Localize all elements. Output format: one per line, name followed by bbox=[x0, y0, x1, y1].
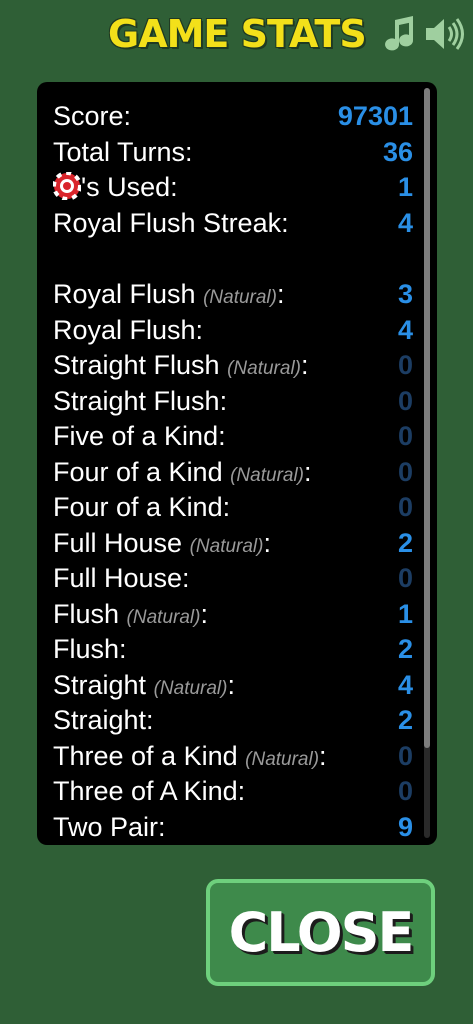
hand-label: Straight bbox=[53, 669, 147, 700]
scrollbar-thumb[interactable] bbox=[424, 88, 430, 748]
hand-note: (Natural) bbox=[230, 464, 305, 486]
hand-value: 0 bbox=[397, 421, 413, 451]
hand-stat-row: Straight Flush: 0 bbox=[53, 384, 413, 420]
stat-value: 97301 bbox=[337, 101, 413, 131]
stat-row-royal-flush-streak: Royal Flush Streak: 4 bbox=[53, 206, 413, 242]
hand-label: Flush bbox=[53, 598, 120, 629]
close-button-label: CLOSE bbox=[228, 901, 415, 964]
hand-colon: : bbox=[276, 279, 285, 309]
hand-colon: : bbox=[227, 669, 235, 700]
hand-stat-row: Royal Flush: 4 bbox=[53, 313, 413, 349]
hand-colon: : bbox=[319, 740, 327, 771]
hand-stat-row: Royal Flush (Natural): 3 bbox=[53, 277, 413, 313]
hand-stat-row: Straight Flush (Natural): 0 bbox=[53, 348, 413, 384]
stat-label: Royal Flush Streak: bbox=[53, 207, 289, 238]
hand-label: Three of a Kind bbox=[53, 740, 238, 771]
hand-label: Five of a Kind: bbox=[53, 421, 226, 451]
stat-label: Total Turns: bbox=[53, 136, 193, 167]
stat-row-chips-used: 's Used: 1 bbox=[53, 170, 413, 206]
hand-stat-row: Three of a Kind (Natural): 0 bbox=[53, 739, 413, 775]
hand-label: Royal Flush: bbox=[53, 314, 204, 345]
stat-value: 4 bbox=[397, 207, 413, 238]
hand-label: Full House: bbox=[53, 563, 190, 593]
stats-panel[interactable]: Score: 97301 Total Turns: 36 's Used: 1 … bbox=[37, 82, 437, 845]
scrollbar[interactable] bbox=[424, 88, 430, 838]
stat-label: Score: bbox=[53, 101, 132, 131]
hand-stat-row: Two Pair: 9 bbox=[53, 810, 413, 846]
stats-list: Score: 97301 Total Turns: 36 's Used: 1 … bbox=[53, 99, 413, 845]
hand-stat-row: Four of a Kind: 0 bbox=[53, 490, 413, 526]
hand-stat-row: Three of A Kind: 0 bbox=[53, 774, 413, 810]
hand-value: 2 bbox=[397, 527, 413, 558]
hand-value: 4 bbox=[397, 314, 413, 345]
close-button[interactable]: CLOSE bbox=[206, 879, 435, 986]
hand-label: Three of A Kind: bbox=[53, 776, 246, 806]
hand-stats-list: Royal Flush (Natural): 3 Royal Flush: 4 Stra… bbox=[53, 277, 413, 845]
poker-chip-icon bbox=[53, 172, 81, 200]
hand-value: 0 bbox=[397, 385, 413, 416]
page-title: GAME STATS bbox=[108, 12, 367, 56]
hand-note: (Natural) bbox=[245, 748, 320, 770]
hand-value: 4 bbox=[397, 669, 413, 700]
hand-label: Straight: bbox=[53, 705, 154, 735]
hand-stat-row: Full House: 0 bbox=[53, 561, 413, 597]
hand-stat-row: Full House (Natural): 2 bbox=[53, 526, 413, 562]
hand-value: 2 bbox=[397, 705, 413, 735]
stat-label: 's Used: bbox=[81, 172, 178, 202]
hand-value: 1 bbox=[397, 598, 413, 629]
hand-colon: : bbox=[304, 456, 312, 487]
hand-colon: : bbox=[301, 350, 309, 380]
hand-stat-row: Straight: 2 bbox=[53, 703, 413, 739]
hand-note: (Natural) bbox=[126, 606, 201, 628]
hand-stat-row: Flush (Natural): 1 bbox=[53, 597, 413, 633]
hand-note: (Natural) bbox=[189, 535, 264, 557]
music-note-icon[interactable] bbox=[381, 14, 417, 54]
hand-label: Four of a Kind bbox=[53, 456, 223, 487]
hand-value: 0 bbox=[397, 350, 413, 380]
hand-value: 0 bbox=[397, 740, 413, 771]
hand-value: 3 bbox=[397, 279, 413, 309]
hand-stat-row: Straight (Natural): 4 bbox=[53, 668, 413, 704]
hand-stat-row: Five of a Kind: 0 bbox=[53, 419, 413, 455]
hand-value: 2 bbox=[397, 634, 413, 664]
hand-label: Straight Flush: bbox=[53, 385, 228, 416]
stat-row-score: Score: 97301 bbox=[53, 99, 413, 135]
hand-label: Four of a Kind: bbox=[53, 492, 231, 522]
hand-stat-row: Flush: 2 bbox=[53, 632, 413, 668]
hand-note: (Natural) bbox=[153, 677, 228, 699]
stat-value: 1 bbox=[397, 172, 413, 202]
stat-value: 36 bbox=[382, 136, 413, 167]
hand-label: Full House bbox=[53, 527, 183, 558]
hand-label: Two Pair: bbox=[53, 811, 166, 842]
hand-note: (Natural) bbox=[227, 358, 301, 379]
speaker-icon[interactable] bbox=[424, 16, 466, 52]
hand-note: (Natural) bbox=[203, 287, 277, 308]
stat-row-total-turns: Total Turns: 36 bbox=[53, 135, 413, 171]
hand-label: Flush: bbox=[53, 634, 127, 664]
hand-stat-row: Four of a Kind (Natural): 0 bbox=[53, 455, 413, 491]
hand-value: 0 bbox=[397, 563, 413, 593]
hand-label: Royal Flush bbox=[53, 279, 196, 309]
hand-colon: : bbox=[200, 598, 208, 629]
hand-value: 0 bbox=[397, 456, 413, 487]
hand-value: 0 bbox=[397, 776, 413, 806]
hand-colon: : bbox=[263, 527, 271, 558]
hand-value: 0 bbox=[397, 492, 413, 522]
hand-value: 9 bbox=[397, 811, 413, 842]
hand-label: Straight Flush bbox=[53, 350, 220, 380]
